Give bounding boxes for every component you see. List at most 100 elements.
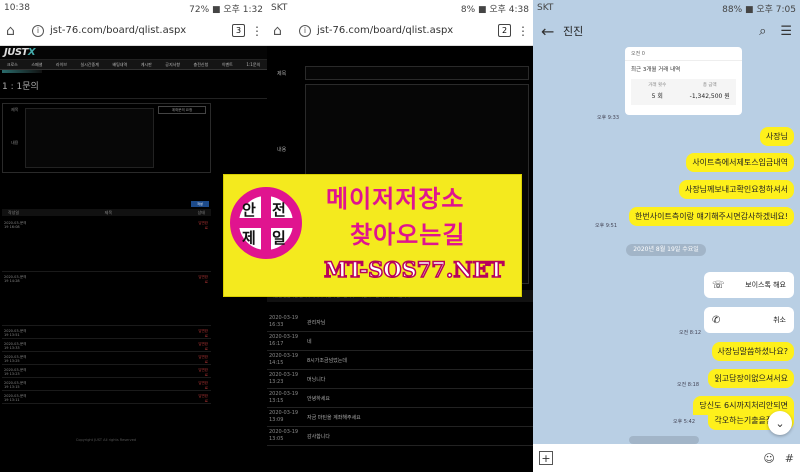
- table-row[interactable]: 2020-03-19 13:33 문의 답변완료: [2, 339, 211, 352]
- info-icon[interactable]: i: [32, 24, 44, 37]
- card-top-line: 오전 0: [625, 47, 742, 61]
- table-row[interactable]: 2020-03-19 13:15 문의 답변완료: [2, 378, 211, 391]
- row-title: 문의: [20, 329, 27, 333]
- menu-item[interactable]: 공지사항: [165, 62, 180, 68]
- partial-divider: [629, 436, 699, 444]
- row-date: 2020-03-19 13:15: [4, 381, 20, 389]
- trade-total-label: 총 금액: [702, 83, 717, 88]
- table-row[interactable]: 2020-03-19 13:23 문의 답변완료: [2, 365, 211, 378]
- table-row[interactable]: 2020-03-19 16:08 문의 답변완료: [2, 218, 211, 272]
- info-icon[interactable]: i: [299, 24, 311, 37]
- message-time: 오전 8:12: [679, 330, 702, 336]
- menu-icon[interactable]: ⋮: [517, 24, 529, 38]
- menu-item[interactable]: 이벤트: [222, 62, 233, 68]
- message-input-bar: + ☺ #: [533, 444, 800, 472]
- chevron-down-icon: ⌄: [775, 416, 785, 430]
- tab-count-button[interactable]: 2: [498, 24, 511, 37]
- plus-icon[interactable]: +: [539, 451, 553, 465]
- row-title: 문의: [20, 221, 27, 225]
- menu-item[interactable]: 충전신청: [194, 62, 209, 68]
- subject-label: 제목: [277, 71, 287, 77]
- menu-item[interactable]: 배팅내역: [112, 62, 127, 68]
- site-header: JUSTX: [0, 46, 267, 60]
- table-row[interactable]: 2020-03-19 14:28 문의 답변완료: [2, 272, 211, 326]
- form-label-subject: 제목: [11, 107, 19, 112]
- message-time: 오후 9:51: [595, 223, 618, 229]
- inquiry-textarea[interactable]: [25, 108, 154, 168]
- chat-header: ← 진진 ⌕ ☰: [533, 16, 800, 46]
- row-date: 2020-03-19 13:23: [4, 368, 20, 376]
- home-icon[interactable]: ⌂: [273, 23, 293, 39]
- home-icon[interactable]: ⌂: [6, 23, 26, 39]
- status-right: 88% ■ 오후 7:05: [722, 4, 796, 15]
- table-row[interactable]: 2020-03-19 13:05 감사합니다: [267, 427, 533, 446]
- call-label: 보이스톡 해요: [745, 281, 786, 289]
- logo-char: 일: [272, 229, 286, 247]
- ad-cross-logo: 안 전 제 일: [230, 187, 302, 259]
- inquiry-form: 제목 내용 계좌문의 요청: [2, 103, 211, 173]
- status-badge: 답변완료: [198, 355, 208, 364]
- table-row[interactable]: 2020-03-19 13:11 문의 답변완료: [2, 391, 211, 404]
- table-row[interactable]: 2020-03-19 13:51 문의 답변완료: [2, 326, 211, 339]
- menu-item[interactable]: 크로스: [7, 62, 18, 68]
- row-date: 2020-03-19 16:08: [4, 221, 20, 229]
- row-date: 2020-03-19 13:25: [4, 355, 20, 363]
- table-row[interactable]: 2020-03-19 13:25 문의 답변완료: [2, 352, 211, 365]
- menu-item[interactable]: 실시간중계: [81, 62, 99, 68]
- chat-bubble[interactable]: 읽고답장이없으셔서요: [708, 369, 794, 388]
- url-text[interactable]: jst-76.com/board/qlist.aspx: [50, 25, 232, 36]
- ad-banner[interactable]: 안 전 제 일 메이저저장소 찾아오는길 MT-SOS77.NET: [223, 174, 522, 297]
- row-date: 2020-03-19 16:17: [269, 334, 299, 347]
- chat-bubble[interactable]: 사장님: [759, 127, 794, 146]
- message-time: 오전 8:18: [677, 382, 700, 388]
- row-title: 자금 마틴을 계좌해주세요: [307, 414, 361, 421]
- status-badge: 답변완료: [198, 221, 208, 230]
- transaction-card: 오전 0 최근 3개월 거래 내역 거래 횟수 5 회 총 금액 -1,342,…: [625, 47, 742, 115]
- row-title: 관리자님: [307, 319, 326, 326]
- tab-count-button[interactable]: 3: [232, 24, 245, 37]
- submit-button[interactable]: 작성: [191, 201, 209, 207]
- message-input[interactable]: [561, 449, 746, 467]
- menu-item[interactable]: 1:1문의: [246, 62, 260, 68]
- status-left: 10:38: [4, 3, 30, 13]
- site-logo[interactable]: JUSTX: [4, 47, 36, 58]
- call-cancelled-bubble[interactable]: ✆ 취소: [704, 307, 794, 333]
- table-row[interactable]: 2020-03-19 16:33 관리자님: [267, 313, 533, 332]
- table-row[interactable]: 2020-03-19 14:15 8시가조금넘었는데: [267, 351, 533, 370]
- menu-item[interactable]: 라이브: [56, 62, 67, 68]
- row-title: 문의: [20, 394, 27, 398]
- chat-bubble[interactable]: 사이트측에서제토스입금내역: [686, 153, 794, 172]
- table-row[interactable]: 2020-03-19 16:17 네: [267, 332, 533, 351]
- ad-subheadline: 찾아오는길: [350, 221, 466, 249]
- row-title: 문의: [20, 275, 27, 279]
- row-date: 2020-03-19 13:15: [269, 391, 299, 404]
- status-left: SKT: [537, 3, 554, 13]
- scroll-down-button[interactable]: ⌄: [768, 411, 792, 435]
- menu-item[interactable]: 스페셜: [31, 62, 42, 68]
- hash-icon[interactable]: #: [785, 452, 794, 465]
- table-row[interactable]: 2020-03-19 13:09 자금 마틴을 계좌해주세요: [267, 408, 533, 427]
- col-date: 작성일: [8, 209, 20, 215]
- inquiry-list: 2020-03-19 16:33 관리자님 2020-03-19 16:17 네 202…: [267, 313, 533, 446]
- account-inquiry-button[interactable]: 계좌문의 요청: [158, 106, 206, 114]
- logo-accent: X: [27, 47, 36, 58]
- url-text[interactable]: jst-76.com/board/qlist.aspx: [317, 25, 498, 36]
- ad-headline: 메이저저장소: [326, 185, 465, 213]
- chat-bubble[interactable]: 사장님께보내고확인요청하셔서: [678, 180, 794, 199]
- hamburger-menu-icon[interactable]: ☰: [780, 24, 792, 39]
- chat-bubble[interactable]: 한번사이트측이랑 얘기해주시면감사하겠네요!: [629, 207, 794, 226]
- row-title: 문의: [20, 355, 27, 359]
- voice-call-bubble[interactable]: ☏ 보이스톡 해요: [704, 272, 794, 298]
- table-row[interactable]: 2020-03-19 13:15 안녕하세요: [267, 389, 533, 408]
- menu-icon[interactable]: ⋮: [251, 24, 263, 38]
- subject-input[interactable]: [305, 66, 529, 80]
- search-icon[interactable]: ⌕: [759, 24, 766, 39]
- chat-bubble[interactable]: 사장님말씀하셨나요?: [711, 342, 794, 361]
- back-arrow-icon[interactable]: ←: [541, 22, 563, 41]
- row-date: 2020-03-19 14:15: [269, 353, 299, 366]
- menu-item[interactable]: 게시판: [141, 62, 152, 68]
- ad-url[interactable]: MT-SOS77.NET: [323, 256, 505, 283]
- logo-text: JUST: [4, 47, 28, 58]
- table-row[interactable]: 2020-03-19 13:23 머닝니다: [267, 370, 533, 389]
- emoji-icon[interactable]: ☺: [763, 452, 774, 465]
